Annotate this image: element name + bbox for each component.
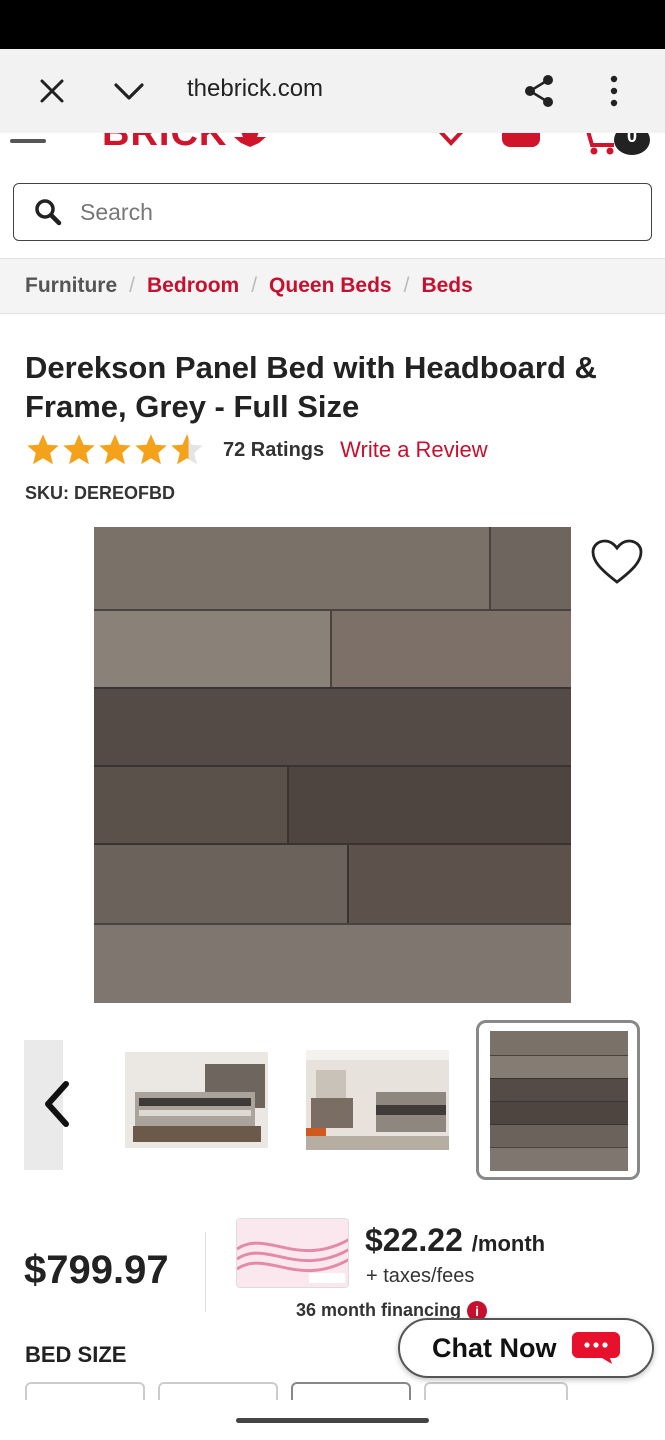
search-box[interactable] <box>13 183 652 241</box>
star-icon <box>27 434 59 465</box>
breadcrumb-beds[interactable]: Beds <box>421 274 472 298</box>
bed-size-options <box>0 1380 665 1400</box>
chevron-down-icon[interactable] <box>112 77 146 105</box>
star-rating[interactable] <box>25 432 205 468</box>
breadcrumb-queen-beds[interactable]: Queen Beds <box>269 274 392 298</box>
status-bar <box>0 0 665 49</box>
home-indicator[interactable] <box>236 1418 429 1423</box>
star-icon <box>135 434 167 465</box>
site-header: the BRICK 0 <box>0 133 665 159</box>
bed-size-option[interactable] <box>158 1382 278 1400</box>
bed-size-option[interactable] <box>424 1382 568 1400</box>
rating-row: 72 Ratings Write a Review <box>25 430 488 470</box>
write-review-link[interactable]: Write a Review <box>340 437 488 463</box>
chat-now-label: Chat Now <box>432 1332 557 1363</box>
price-divider <box>205 1232 206 1312</box>
bed-size-label: BED SIZE <box>25 1342 127 1367</box>
thumbnail-bed-front[interactable] <box>125 1052 268 1148</box>
search-input[interactable] <box>80 198 620 226</box>
share-icon[interactable] <box>522 73 556 109</box>
breadcrumb: Furniture / Bedroom / Queen Beds / Beds <box>0 258 665 314</box>
maple-leaf-icon <box>234 133 267 147</box>
chevron-left-icon[interactable] <box>38 1078 74 1130</box>
star-icon <box>63 434 95 465</box>
breadcrumb-separator: / <box>251 274 258 297</box>
close-icon[interactable] <box>36 75 68 107</box>
product-title: Derekson Panel Bed with Headboard & Fram… <box>25 350 597 424</box>
brand-logo[interactable]: the BRICK <box>80 133 267 154</box>
bed-photo-icon <box>125 1052 268 1148</box>
star-icon <box>99 434 131 465</box>
monthly-amount: $22.22 <box>365 1222 463 1258</box>
more-vert-icon[interactable] <box>604 73 624 109</box>
financing-card-image <box>236 1218 349 1288</box>
account-icon[interactable] <box>502 133 540 147</box>
image-thumbnails <box>0 1020 665 1182</box>
url-bar[interactable]: thebrick.com <box>187 75 323 103</box>
sku-label: SKU: DEREOFBD <box>25 483 176 503</box>
monthly-payment: $22.22 /month <box>365 1222 545 1259</box>
menu-icon[interactable] <box>10 139 46 143</box>
star-half-icon <box>171 434 203 465</box>
room-photo-icon <box>306 1050 449 1150</box>
taxes-note: + taxes/fees <box>366 1265 475 1287</box>
chat-now-button[interactable]: Chat Now <box>398 1318 654 1378</box>
ratings-count[interactable]: 72 Ratings <box>223 439 324 462</box>
breadcrumb-bedroom[interactable]: Bedroom <box>147 274 239 298</box>
credit-card-icon <box>237 1219 348 1287</box>
breadcrumb-furniture[interactable]: Furniture <box>25 274 117 298</box>
product-price: $799.97 <box>24 1248 169 1292</box>
bed-size-option-selected[interactable] <box>291 1382 411 1400</box>
product-main-image[interactable] <box>94 527 571 1003</box>
thumbnail-bedroom-scene[interactable] <box>306 1050 449 1150</box>
thumbnail-wood-detail-selected[interactable] <box>476 1020 640 1180</box>
monthly-unit: /month <box>471 1231 546 1256</box>
favorite-heart-icon[interactable] <box>590 538 644 586</box>
wishlist-icon[interactable] <box>436 133 466 149</box>
breadcrumb-separator: / <box>403 274 410 297</box>
search-icon <box>35 199 62 226</box>
browser-toolbar: thebrick.com <box>0 49 665 133</box>
bed-size-option[interactable] <box>25 1382 145 1400</box>
logo-brand: BRICK <box>102 133 228 154</box>
breadcrumb-separator: / <box>129 274 136 297</box>
chat-bubble-icon <box>572 1332 620 1364</box>
